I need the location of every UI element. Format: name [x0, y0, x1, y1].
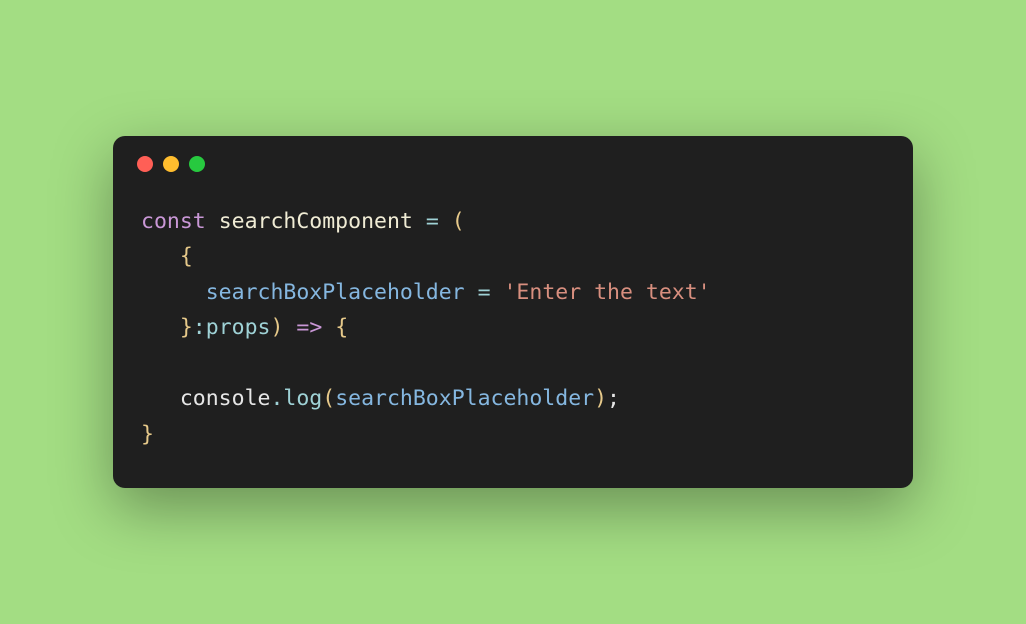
code-line: const searchComponent = ( [141, 209, 465, 234]
close-icon[interactable] [137, 156, 153, 172]
token-argument: searchBoxPlaceholder [335, 386, 594, 411]
token-string: 'Enter the text' [503, 280, 710, 305]
token-punctuation: } [141, 422, 154, 447]
token-operator: = [426, 209, 439, 234]
token-object: console [180, 386, 271, 411]
window-titlebar [113, 136, 913, 172]
code-line: }:props) => { [141, 315, 348, 340]
token-keyword: const [141, 209, 206, 234]
token-punctuation: { [335, 315, 348, 340]
token-arrow: => [296, 315, 322, 340]
code-line: console.log(searchBoxPlaceholder); [141, 386, 620, 411]
code-line: searchBoxPlaceholder = 'Enter the text' [141, 280, 711, 305]
code-line: { [141, 244, 193, 269]
token-punctuation: ( [322, 386, 335, 411]
token-property: searchBoxPlaceholder [206, 280, 465, 305]
token-punctuation: { [180, 244, 193, 269]
token-identifier: searchComponent [219, 209, 413, 234]
token-type: props [206, 315, 271, 340]
token-punctuation: ) [270, 315, 283, 340]
token-dot: . [270, 386, 283, 411]
token-punctuation: } [180, 315, 193, 340]
token-operator: = [478, 280, 491, 305]
code-block: const searchComponent = ( { searchBoxPla… [113, 172, 913, 488]
minimize-icon[interactable] [163, 156, 179, 172]
token-colon: : [193, 315, 206, 340]
maximize-icon[interactable] [189, 156, 205, 172]
token-punctuation: ( [452, 209, 465, 234]
token-semicolon: ; [607, 386, 620, 411]
token-method: log [283, 386, 322, 411]
token-punctuation: ) [594, 386, 607, 411]
code-line: } [141, 422, 154, 447]
code-window: const searchComponent = ( { searchBoxPla… [113, 136, 913, 488]
